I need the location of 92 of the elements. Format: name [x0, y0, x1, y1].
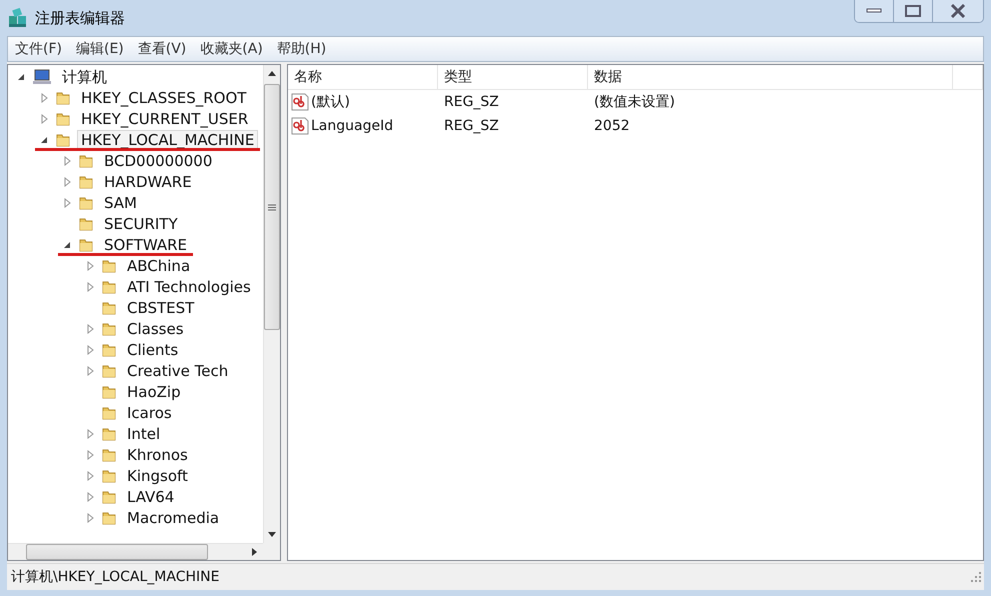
tree-item[interactable]: CBSTEST [123, 298, 198, 318]
collapse-arrow-icon[interactable] [17, 72, 25, 80]
tree-item[interactable]: ABChina [123, 256, 194, 276]
window-title: 注册表编辑器 [35, 8, 125, 28]
expand-arrow-icon[interactable] [86, 324, 94, 334]
folder-icon [55, 110, 71, 126]
folder-icon [101, 362, 117, 378]
expand-arrow-icon[interactable] [86, 512, 94, 522]
tree-item[interactable]: LAV64 [123, 486, 178, 506]
expand-arrow-icon[interactable] [86, 366, 94, 376]
horizontal-scrollbar[interactable] [8, 543, 263, 560]
tree-item[interactable]: Creative Tech [123, 360, 232, 380]
close-icon [950, 4, 966, 18]
folder-icon [101, 404, 117, 420]
expand-arrow-icon[interactable] [86, 450, 94, 460]
status-path: 计算机\HKEY_LOCAL_MACHINE [10, 568, 220, 586]
folder-icon [101, 320, 117, 336]
folder-icon [101, 384, 117, 400]
tree-item[interactable]: Classes [123, 318, 188, 338]
expand-arrow-icon[interactable] [86, 492, 94, 502]
expand-arrow-icon[interactable] [86, 428, 94, 438]
tree-item[interactable]: Khronos [123, 444, 192, 464]
value-type: REG_SZ [443, 94, 500, 110]
tree-item[interactable]: Clients [123, 340, 182, 360]
tree-item[interactable]: Macromedia [123, 508, 224, 528]
tree-item[interactable]: SECURITY [100, 214, 182, 234]
string-value-icon [291, 117, 309, 135]
folder-icon [101, 278, 117, 294]
maximize-button[interactable] [893, 0, 932, 22]
folder-icon [101, 446, 117, 462]
column-header[interactable]: 名称 [288, 65, 438, 89]
collapse-arrow-icon[interactable] [40, 136, 48, 144]
folder-icon [101, 510, 117, 526]
value-name[interactable]: LanguageId [311, 118, 394, 134]
tree-item[interactable]: Kingsoft [123, 466, 192, 486]
computer-icon [32, 68, 52, 84]
expand-arrow-icon[interactable] [64, 156, 70, 166]
menu-item[interactable]: 查看(V) [130, 40, 194, 58]
value-type: REG_SZ [443, 118, 500, 134]
scrollbar-thumb[interactable] [26, 544, 208, 560]
folder-icon [101, 258, 117, 274]
folder-icon [101, 342, 117, 358]
expand-arrow-icon[interactable] [86, 282, 94, 292]
folder-icon [101, 426, 117, 442]
tree-item[interactable]: SOFTWARE [100, 234, 192, 254]
resize-grip-icon[interactable] [970, 571, 982, 583]
registry-app-icon [7, 7, 29, 29]
value-name[interactable]: (默认) [311, 93, 350, 111]
expand-arrow-icon[interactable] [86, 470, 94, 480]
tree-item[interactable]: HKEY_CLASSES_ROOT [77, 88, 250, 108]
expand-arrow-icon[interactable] [64, 198, 70, 208]
value-data: 2052 [593, 118, 631, 134]
vertical-scrollbar[interactable] [263, 65, 280, 543]
folder-icon [101, 488, 117, 504]
folder-icon [78, 216, 94, 232]
expand-arrow-icon[interactable] [40, 114, 48, 124]
tree-item[interactable]: BCD00000000 [100, 150, 216, 170]
menu-item[interactable]: 编辑(E) [68, 40, 131, 58]
folder-icon [78, 152, 94, 168]
scrollbar-thumb[interactable] [264, 84, 280, 330]
minimize-icon [866, 8, 882, 14]
value-data: (数值未设置) [593, 93, 676, 111]
folder-icon [55, 90, 71, 106]
tree-item[interactable]: HaoZip [123, 382, 185, 402]
collapse-arrow-icon[interactable] [63, 240, 71, 248]
expand-arrow-icon[interactable] [64, 176, 70, 186]
tree-item[interactable]: Intel [123, 424, 164, 444]
tree-item[interactable]: 计算机 [58, 66, 111, 86]
tree-item[interactable]: Icaros [123, 402, 176, 422]
folder-icon [78, 174, 94, 190]
expand-arrow-icon[interactable] [40, 92, 48, 102]
menu-item[interactable]: 文件(F) [8, 40, 69, 58]
column-header[interactable]: 类型 [438, 65, 588, 89]
string-value-icon [291, 93, 309, 111]
expand-arrow-icon[interactable] [86, 260, 94, 270]
menu-item[interactable]: 帮助(H) [270, 40, 334, 58]
tree-item[interactable]: HARDWARE [100, 172, 196, 192]
column-header[interactable]: 数据 [588, 65, 953, 89]
close-button[interactable] [932, 0, 983, 22]
tree-item[interactable]: SAM [100, 192, 142, 212]
tree-item[interactable]: ATI Technologies [123, 276, 255, 296]
folder-icon [101, 468, 117, 484]
tree-item[interactable]: HKEY_CURRENT_USER [77, 108, 252, 128]
menu-item[interactable]: 收藏夹(A) [193, 40, 270, 58]
tree-item[interactable]: HKEY_LOCAL_MACHINE [77, 130, 258, 150]
maximize-icon [905, 5, 921, 17]
folder-icon [78, 194, 94, 210]
expand-arrow-icon[interactable] [86, 344, 94, 354]
folder-icon [78, 236, 94, 252]
minimize-button[interactable] [855, 0, 893, 22]
folder-icon [101, 300, 117, 316]
folder-icon [55, 132, 71, 148]
